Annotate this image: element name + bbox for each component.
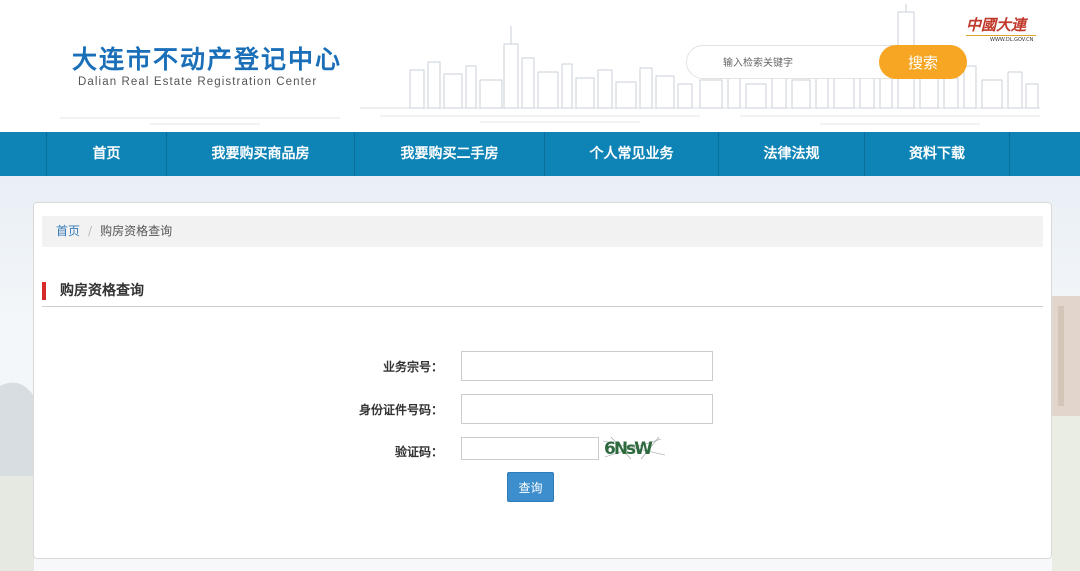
nav-item-second-hand[interactable]: 我要购买二手房 — [354, 132, 544, 176]
search-box: 搜索 — [686, 45, 967, 79]
breadcrumb: 首页 / 购房资格查询 — [42, 216, 1043, 247]
city-logo[interactable]: 中國大連 WWW.DL.GOV.CN — [966, 14, 1040, 44]
id-no-label: 身份证件号码： — [358, 403, 443, 417]
breadcrumb-home-link[interactable]: 首页 — [56, 224, 80, 238]
captcha-label: 验证码： — [394, 445, 443, 459]
query-button[interactable]: 查询 — [507, 472, 554, 502]
site-header: 大连市不动产登记中心 Dalian Real Estate Registrati… — [0, 0, 1080, 132]
breadcrumb-current: 购房资格查询 — [100, 224, 173, 238]
site-title-en: Dalian Real Estate Registration Center — [78, 76, 318, 88]
content-card: 首页 / 购房资格查询 购房资格查询 业务宗号： 身份证件号码： 验证码： 6NsW… — [33, 202, 1052, 559]
id-no-input[interactable] — [461, 394, 713, 424]
business-no-input[interactable] — [461, 351, 713, 381]
city-logo-url: WWW.DL.GOV.CN — [990, 37, 1034, 43]
nav-item-laws[interactable]: 法律法规 — [718, 132, 864, 176]
nav-item-new-house[interactable]: 我要购买商品房 — [166, 132, 354, 176]
business-no-label: 业务宗号： — [382, 360, 443, 374]
nav-item-personal-business[interactable]: 个人常见业务 — [544, 132, 718, 176]
city-logo-underline — [966, 35, 1036, 36]
nav-item-home[interactable]: 首页 — [46, 132, 166, 176]
captcha-image[interactable]: 6NsW — [601, 435, 667, 461]
section-divider — [42, 306, 1043, 307]
section-title: 购房资格查询 — [42, 282, 144, 300]
captcha-input[interactable] — [461, 437, 599, 460]
site-title-cn: 大连市不动产登记中心 — [72, 45, 343, 74]
search-button[interactable]: 搜索 — [879, 45, 967, 79]
search-input[interactable] — [703, 53, 873, 73]
breadcrumb-separator: / — [88, 224, 93, 238]
city-logo-text: 中國大連 — [966, 16, 1027, 34]
main-nav: 首页 我要购买商品房 我要购买二手房 个人常见业务 法律法规 资料下载 — [0, 132, 1080, 176]
captcha-text: 6NsW — [604, 439, 653, 459]
nav-item-downloads[interactable]: 资料下载 — [864, 132, 1010, 176]
